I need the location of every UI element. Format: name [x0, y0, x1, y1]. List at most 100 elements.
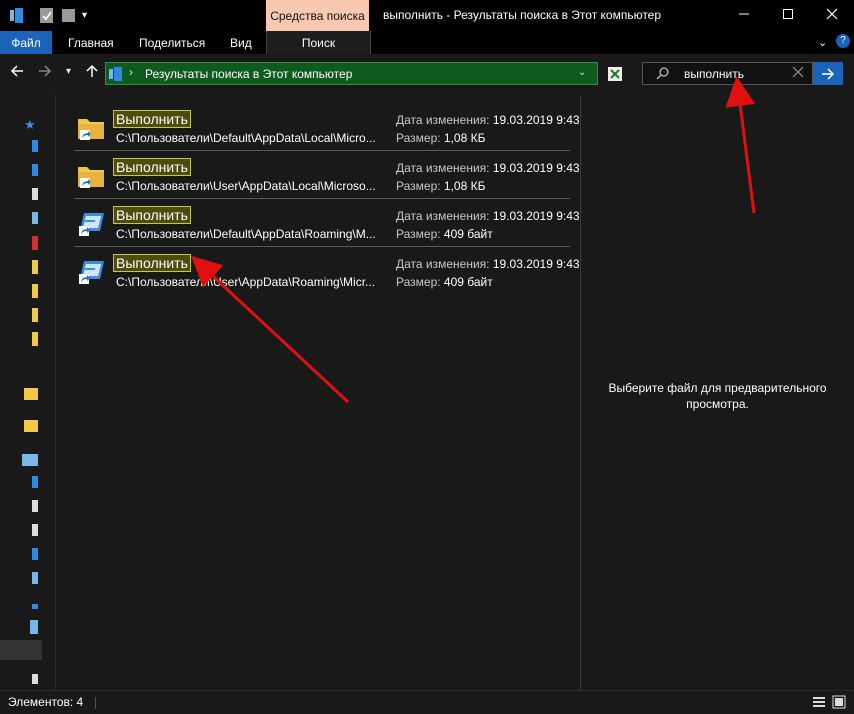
title-bar: ▾ Средства поиска выполнить - Результаты…: [0, 0, 854, 31]
customize-quick-access-icon[interactable]: ▾: [82, 10, 87, 21]
list-item[interactable]: Выполнить C:\Пользователи\User\AppData\R…: [74, 249, 580, 297]
this-pc-icon[interactable]: [22, 454, 38, 466]
pc-folder-icon[interactable]: [32, 524, 38, 536]
folder-icon[interactable]: [32, 308, 38, 322]
back-button[interactable]: [10, 64, 24, 83]
size-value: 1,08 КБ: [443, 179, 486, 193]
explorer-icon: [10, 8, 23, 23]
drive-icon[interactable]: [30, 620, 38, 634]
file-date: Дата изменения: 19.03.2019 9:43: [396, 257, 580, 271]
file-path: C:\Пользователи\User\AppData\Roaming\Mic…: [116, 275, 376, 289]
date-value: 19.03.2019 9:43: [492, 257, 580, 271]
size-label: Размер:: [396, 275, 441, 289]
tab-view[interactable]: Вид: [230, 31, 252, 54]
row-divider: [74, 198, 570, 199]
run-shortcut-icon: [76, 257, 106, 287]
up-button[interactable]: [85, 64, 99, 83]
documents-icon[interactable]: [32, 188, 38, 200]
date-label: Дата изменения:: [396, 209, 490, 223]
downloads-icon[interactable]: [32, 164, 38, 176]
search-input[interactable]: выполнить: [684, 67, 744, 81]
pc-folder-icon[interactable]: [32, 500, 38, 512]
file-size: Размер: 1,08 КБ: [396, 131, 485, 145]
help-icon[interactable]: ?: [836, 34, 850, 48]
date-value: 19.03.2019 9:43: [492, 209, 580, 223]
file-name[interactable]: Выполнить: [113, 110, 191, 128]
tab-home[interactable]: Главная: [68, 31, 114, 54]
stop-search-button[interactable]: [604, 63, 626, 85]
preview-message-line2: просмотра.: [686, 397, 749, 411]
folder-shortcut-icon: [76, 161, 106, 191]
recent-locations-icon[interactable]: ▾: [66, 66, 71, 77]
preview-message: Выберите файл для предварительного просм…: [581, 380, 854, 412]
folder-icon[interactable]: [24, 420, 38, 432]
forward-button[interactable]: [38, 64, 52, 83]
minimize-button[interactable]: [732, 4, 756, 24]
size-label: Размер:: [396, 131, 441, 145]
close-button[interactable]: [820, 4, 844, 24]
run-shortcut-icon: [76, 209, 106, 239]
breadcrumb-chevron-icon[interactable]: ›: [129, 65, 133, 79]
date-value: 19.03.2019 9:43: [492, 113, 580, 127]
folder-icon[interactable]: [32, 332, 38, 346]
size-value: 409 байт: [443, 227, 493, 241]
row-divider: [74, 246, 570, 247]
large-icons-view-icon[interactable]: [832, 695, 846, 712]
navigation-scrollbar[interactable]: [42, 95, 56, 690]
size-label: Размер:: [396, 179, 441, 193]
row-divider: [74, 150, 570, 151]
status-bar: [0, 690, 854, 714]
maximize-button[interactable]: [776, 4, 800, 24]
date-value: 19.03.2019 9:43: [492, 161, 580, 175]
search-tools-context-tab: Средства поиска: [266, 0, 369, 31]
desktop-icon[interactable]: [32, 140, 38, 152]
pc-folder-icon[interactable]: [32, 476, 38, 488]
file-name[interactable]: Выполнить: [113, 254, 191, 272]
list-item[interactable]: Выполнить C:\Пользователи\Default\AppDat…: [74, 201, 580, 249]
preview-message-line1: Выберите файл для предварительного: [608, 381, 827, 395]
navigation-pane[interactable]: ★: [0, 95, 42, 690]
list-item[interactable]: Выполнить C:\Пользователи\User\AppData\L…: [74, 153, 580, 201]
search-icon: [656, 66, 670, 83]
onedrive-folder-icon[interactable]: [24, 388, 38, 400]
tab-search[interactable]: Поиск: [266, 31, 371, 54]
pictures-icon[interactable]: [32, 212, 38, 224]
file-path: C:\Пользователи\Default\AppData\Local\Mi…: [116, 131, 376, 145]
ribbon-tabs: Файл Главная Поделиться Вид Поиск ⌄ ?: [0, 31, 854, 54]
folder-icon[interactable]: [32, 284, 38, 298]
details-view-icon[interactable]: [812, 695, 826, 712]
address-dropdown-icon[interactable]: ⌄: [578, 67, 586, 78]
quick-access-star-icon[interactable]: ★: [24, 117, 36, 133]
tab-file[interactable]: Файл: [0, 31, 52, 54]
file-size: Размер: 409 байт: [396, 275, 493, 289]
pc-folder-icon[interactable]: [32, 548, 38, 560]
file-path: C:\Пользователи\User\AppData\Local\Micro…: [116, 179, 376, 193]
pc-folder-icon[interactable]: [32, 572, 38, 584]
size-value: 1,08 КБ: [443, 131, 486, 145]
breadcrumb[interactable]: Результаты поиска в Этот компьютер: [145, 67, 352, 81]
folder-icon[interactable]: [32, 260, 38, 274]
file-path: C:\Пользователи\Default\AppData\Roaming\…: [116, 227, 376, 241]
window-title: выполнить - Результаты поиска в Этот ком…: [383, 8, 662, 22]
pc-folder-icon[interactable]: [32, 604, 38, 609]
item-count: Элементов: 4: [8, 695, 84, 709]
properties-icon[interactable]: [40, 8, 53, 23]
date-label: Дата изменения:: [396, 113, 490, 127]
clear-search-icon[interactable]: [792, 66, 804, 81]
date-label: Дата изменения:: [396, 161, 490, 175]
pinned-folder-icon[interactable]: [32, 236, 38, 250]
file-name[interactable]: Выполнить: [113, 206, 191, 224]
status-separator: [95, 697, 96, 709]
selected-drive-item[interactable]: [0, 640, 42, 660]
date-label: Дата изменения:: [396, 257, 490, 271]
file-name[interactable]: Выполнить: [113, 158, 191, 176]
file-size: Размер: 409 байт: [396, 227, 493, 241]
file-date: Дата изменения: 19.03.2019 9:43: [396, 209, 580, 223]
drive-icon[interactable]: [32, 674, 38, 684]
list-item[interactable]: Выполнить C:\Пользователи\Default\AppDat…: [74, 105, 580, 153]
ribbon-collapse-icon[interactable]: ⌄: [818, 36, 827, 49]
new-folder-icon[interactable]: [62, 8, 75, 23]
search-go-button[interactable]: [813, 62, 843, 85]
size-label: Размер:: [396, 227, 441, 241]
tab-share[interactable]: Поделиться: [139, 31, 205, 54]
